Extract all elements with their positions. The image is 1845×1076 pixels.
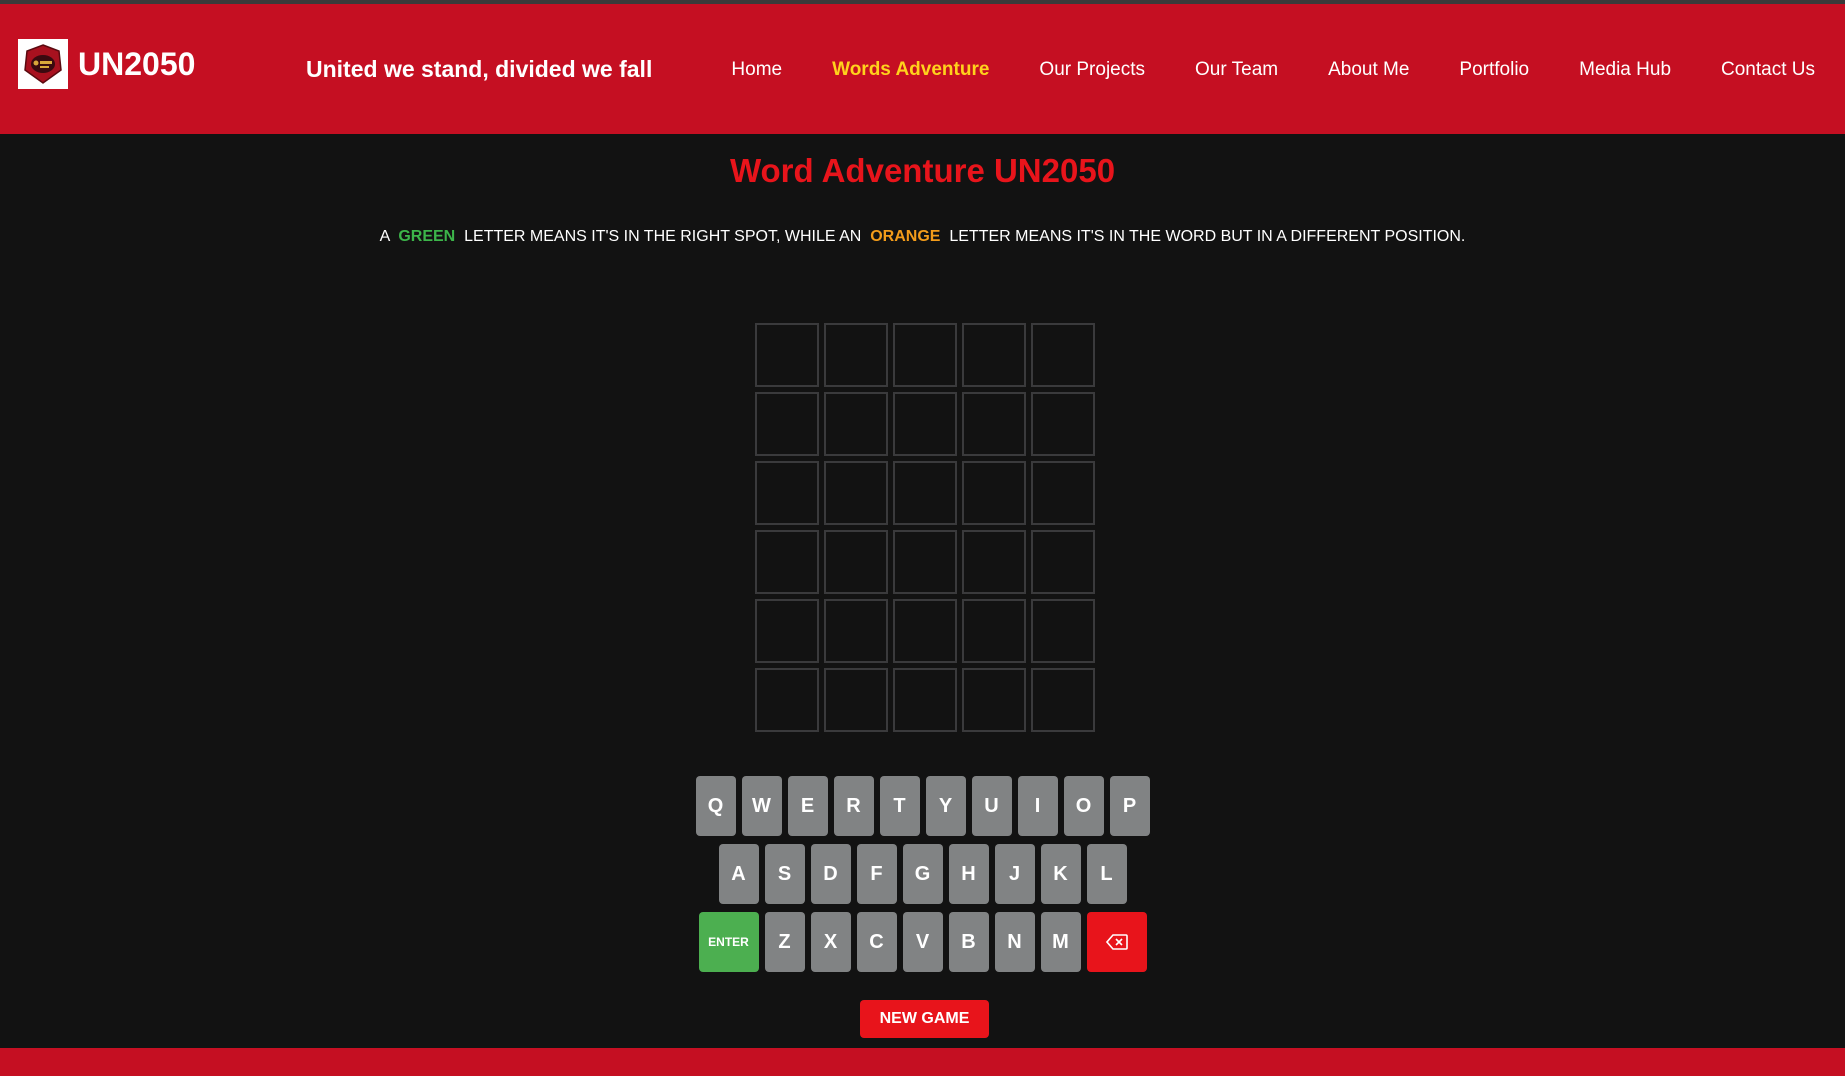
- key-p[interactable]: P: [1109, 776, 1150, 836]
- board-tile: [1031, 599, 1095, 663]
- board-tile: [755, 461, 819, 525]
- board-tile: [893, 599, 957, 663]
- key-m[interactable]: M: [1040, 912, 1081, 972]
- key-c[interactable]: C: [856, 912, 897, 972]
- rules-prefix: A: [379, 228, 394, 245]
- key-n[interactable]: N: [994, 912, 1035, 972]
- board-tile: [824, 461, 888, 525]
- nav-contact-us[interactable]: Contact Us: [1721, 59, 1815, 81]
- logo[interactable]: [18, 39, 68, 89]
- nav-our-projects[interactable]: Our Projects: [1039, 59, 1145, 81]
- board-tile: [824, 599, 888, 663]
- key-w[interactable]: W: [741, 776, 782, 836]
- board-tile: [893, 323, 957, 387]
- site-header: UN2050 United we stand, divided we fall …: [0, 4, 1845, 134]
- board-tile: [755, 599, 819, 663]
- nav-about-me[interactable]: About Me: [1328, 59, 1409, 81]
- board-tile: [962, 461, 1026, 525]
- key-z[interactable]: Z: [764, 912, 805, 972]
- key-k[interactable]: K: [1040, 844, 1081, 904]
- rules-green-word: GREEN: [398, 228, 456, 245]
- board-tile: [962, 668, 1026, 732]
- key-v[interactable]: V: [902, 912, 943, 972]
- nav-our-team[interactable]: Our Team: [1195, 59, 1278, 81]
- board-tile: [755, 392, 819, 456]
- enter-key[interactable]: ENTER: [698, 912, 759, 972]
- rules-middle: LETTER MEANS IT'S IN THE RIGHT SPOT, WHI…: [459, 228, 866, 245]
- backspace-key[interactable]: [1086, 912, 1147, 972]
- key-i[interactable]: I: [1017, 776, 1058, 836]
- main-nav: Home Words Adventure Our Projects Our Te…: [731, 59, 1815, 81]
- board-tile: [824, 392, 888, 456]
- key-a[interactable]: A: [718, 844, 759, 904]
- rules-orange-word: ORANGE: [870, 228, 941, 245]
- key-d[interactable]: D: [810, 844, 851, 904]
- un2050-crest-icon: [21, 42, 65, 86]
- key-y[interactable]: Y: [925, 776, 966, 836]
- game-rules: A GREEN LETTER MEANS IT'S IN THE RIGHT S…: [0, 228, 1845, 246]
- nav-home[interactable]: Home: [731, 59, 782, 81]
- key-f[interactable]: F: [856, 844, 897, 904]
- nav-words-adventure[interactable]: Words Adventure: [832, 59, 989, 81]
- rules-suffix: LETTER MEANS IT'S IN THE WORD BUT IN A D…: [944, 228, 1466, 245]
- board-tile: [755, 323, 819, 387]
- board-tile: [755, 668, 819, 732]
- board-tile: [1031, 530, 1095, 594]
- keyboard-row: QWERTYUIOP: [0, 776, 1845, 836]
- board-tile: [893, 392, 957, 456]
- board-tile: [1031, 668, 1095, 732]
- board-tile: [893, 530, 957, 594]
- key-s[interactable]: S: [764, 844, 805, 904]
- board-tile: [1031, 323, 1095, 387]
- key-e[interactable]: E: [787, 776, 828, 836]
- key-h[interactable]: H: [948, 844, 989, 904]
- key-o[interactable]: O: [1063, 776, 1104, 836]
- board-tile: [1031, 461, 1095, 525]
- keyboard-row: ASDFGHJKL: [0, 844, 1845, 904]
- backspace-icon: [1105, 934, 1128, 950]
- board-tile: [755, 530, 819, 594]
- page-title: Word Adventure UN2050: [729, 152, 1116, 189]
- game-board: [755, 323, 1095, 732]
- key-b[interactable]: B: [948, 912, 989, 972]
- on-screen-keyboard: Q W E R T Y U I O P A S D F G H J K L ENTER Z X C V B N M: [0, 776, 1845, 980]
- key-u[interactable]: U: [971, 776, 1012, 836]
- keyboard-row: ENTER Z X C V B N M: [0, 912, 1845, 972]
- key-q[interactable]: Q: [695, 776, 736, 836]
- board-tile: [824, 668, 888, 732]
- brand-name[interactable]: UN2050: [78, 46, 195, 83]
- board-tile: [1031, 392, 1095, 456]
- board-tile: [824, 530, 888, 594]
- key-t[interactable]: T: [879, 776, 920, 836]
- key-x[interactable]: X: [810, 912, 851, 972]
- key-g[interactable]: G: [902, 844, 943, 904]
- board-tile: [962, 599, 1026, 663]
- board-tile: [962, 530, 1026, 594]
- board-tile: [962, 392, 1026, 456]
- key-j[interactable]: J: [994, 844, 1035, 904]
- key-l[interactable]: L: [1086, 844, 1127, 904]
- board-tile: [824, 323, 888, 387]
- board-tile: [893, 668, 957, 732]
- board-tile: [893, 461, 957, 525]
- nav-portfolio[interactable]: Portfolio: [1459, 59, 1529, 81]
- new-game-button[interactable]: NEW GAME: [860, 1000, 989, 1038]
- nav-media-hub[interactable]: Media Hub: [1579, 59, 1671, 81]
- board-tile: [962, 323, 1026, 387]
- brand-motto: United we stand, divided we fall: [306, 56, 653, 82]
- key-r[interactable]: R: [833, 776, 874, 836]
- site-footer: [0, 1048, 1845, 1076]
